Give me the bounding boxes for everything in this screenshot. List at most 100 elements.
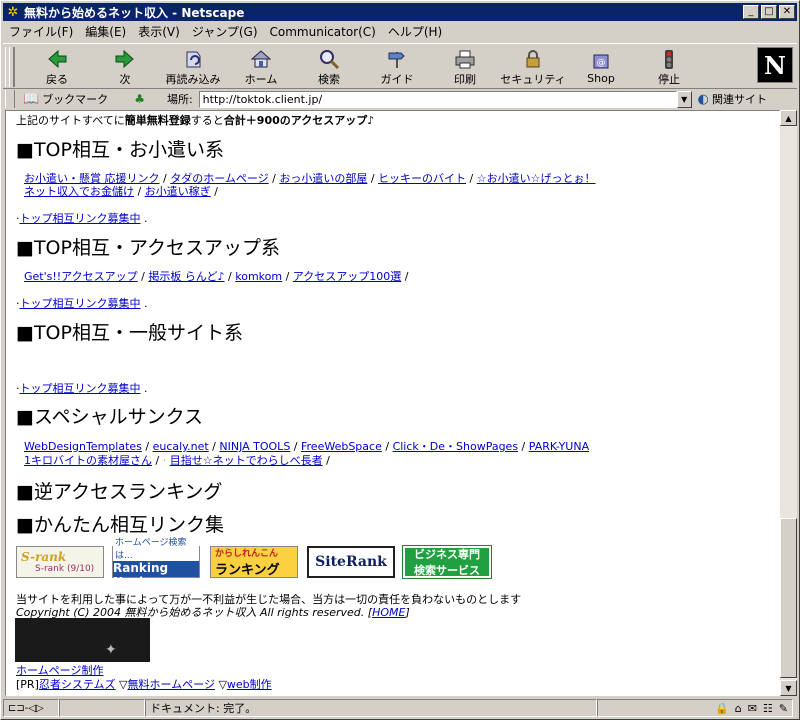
link-hikky-baito[interactable]: ヒッキーのバイト [378,172,466,185]
heading-top-general: ■TOP相互・一般サイト系 [16,322,243,344]
shop-button[interactable]: @ Shop [569,47,633,87]
accessup-links: Get's!!アクセスアップ / 掲示板 らんど♪ / komkom / アクセ… [24,270,409,283]
url-dropdown-button[interactable]: ▼ [676,90,692,108]
sparkle-icon: ✦ [105,642,117,658]
link-recruit-3[interactable]: トップ相互リンク募集中 [20,382,141,395]
close-button[interactable]: ✕ [779,5,795,19]
link-ninja-systems[interactable]: 忍者システムズ [39,678,116,691]
banner-karashi-renkon[interactable]: からしれんこん ランキング [210,546,298,578]
link-accessup-100[interactable]: アクセスアップ100選 [293,270,401,283]
security-button[interactable]: セキュリティ [500,47,566,87]
navigator-icon[interactable]: ⌂ [735,702,742,715]
navigation-toolbar: 戻る 次 再読み込み ホーム 検索 ガイド 印刷 セキュリティ @ Shop 停… [3,43,797,89]
menu-communicator[interactable]: Communicator(C) [264,25,382,39]
back-button[interactable]: 戻る [25,47,89,87]
menu-edit[interactable]: 編集(E) [79,23,132,40]
bookmarks-label[interactable]: ブックマーク [42,91,108,107]
location-grip[interactable] [5,90,15,108]
connection-status-icon[interactable]: ⊏⊐-◁▷ [3,699,59,717]
link-okozukai-getto[interactable]: ☆お小遣い☆げっとぉ！ [477,172,596,185]
printer-icon [453,47,477,70]
vertical-scrollbar[interactable]: ▲ ▼ [780,110,797,696]
guide-signpost-icon [385,47,409,70]
status-text: ドキュメント: 完了。 [145,699,597,717]
stop-traffic-light-icon [657,47,681,70]
bookmarks-icon[interactable]: 📖 [23,92,39,107]
pr-line: [PR]忍者システムズ ▽無料ホームページ ▽web制作 [16,678,272,691]
netscape-app-icon: ✲ [7,4,19,20]
netscape-logo[interactable]: N [757,47,793,83]
heading-special-thanks: ■スペシャルサンクス [16,406,204,428]
triangle-icon: ▽ [119,678,128,691]
link-click-de-showpages[interactable]: Click・De・ShowPages [393,440,519,453]
menu-help[interactable]: ヘルプ(H) [382,23,448,40]
scroll-down-button[interactable]: ▼ [780,680,797,696]
allowance-links-row2: ネット収入でお金儲け / お小遣い稼ぎ / [24,185,218,198]
ad-image-dark[interactable]: ✦ [15,618,150,662]
menu-bar: ファイル(F) 編集(E) 表示(V) ジャンプ(G) Communicator… [3,22,797,41]
scroll-thumb[interactable] [780,518,797,678]
banner-ranking-navi[interactable]: ホームページ検索は... Ranking Navi [112,535,200,589]
heading-reverse-ranking: ■逆アクセスランキング [16,481,223,503]
lock-icon [521,47,545,70]
discussion-icon[interactable]: ☷ [763,702,773,715]
forward-button[interactable]: 次 [93,47,157,87]
guide-button[interactable]: ガイド [365,47,429,87]
menu-file[interactable]: ファイル(F) [3,23,79,40]
heading-easy-mutual-links: ■かんたん相互リンク集 [16,514,224,536]
link-web-production[interactable]: web制作 [227,678,272,691]
component-bar: 🔒 ⌂ ✉ ☷ ✎ [597,699,793,717]
maximize-button[interactable]: □ [761,5,777,19]
link-warashibe[interactable]: 目指せ☆ネットでわらしべ長者 [170,454,323,467]
scroll-up-button[interactable]: ▲ [780,110,797,126]
stop-button[interactable]: 停止 [637,47,701,87]
search-button[interactable]: 検索 [297,47,361,87]
menu-view[interactable]: 表示(V) [132,23,186,40]
minimize-button[interactable]: _ [743,5,759,19]
menu-go[interactable]: ジャンプ(G) [186,23,264,40]
link-recruit-1[interactable]: トップ相互リンク募集中 [20,212,141,225]
link-recruit-2[interactable]: トップ相互リンク募集中 [20,297,141,310]
composer-icon[interactable]: ✎ [779,702,788,715]
home-icon [249,47,273,70]
link-okozukai-kasegi[interactable]: お小遣い稼ぎ [145,185,211,198]
url-input[interactable]: http://toktok.client.jp/ [198,90,677,108]
banner-siterank[interactable]: SiteRank [307,546,395,578]
related-sites-icon[interactable]: ◐ [698,92,709,107]
svg-text:@: @ [597,58,606,68]
home-link[interactable]: HOME [372,606,405,619]
related-sites-label[interactable]: 関連サイト [712,91,767,107]
link-1kb-sozai[interactable]: 1キロバイトの素材屋さん [24,454,152,467]
bullet-icon: · [162,454,167,467]
link-okkozukai-heya[interactable]: おっ小遣いの部屋 [279,172,367,185]
mail-icon[interactable]: ✉ [748,702,757,715]
link-net-shuunyuu[interactable]: ネット収入でお金儲け [24,185,134,198]
page-proxy-icon[interactable]: ♣ [134,92,145,106]
link-park-yuna[interactable]: PARK-YUNA [529,440,589,453]
forward-arrow-icon [113,47,137,70]
window-title: 無料から始めるネット収入 - Netscape [24,5,245,20]
recruit-line-2: ·トップ相互リンク募集中 . [16,297,148,310]
heading-top-allowance: ■TOP相互・お小遣い系 [16,139,224,161]
search-icon [317,47,341,70]
link-keijiban-land[interactable]: 掲示板 らんど♪ [148,270,224,283]
link-free-homepage[interactable]: 無料ホームページ [128,678,215,691]
print-button[interactable]: 印刷 [433,47,497,87]
recruit-line-1: ·トップ相互リンク募集中 . [16,212,148,225]
location-toolbar: 📖 ブックマーク ♣ 場所: http://toktok.client.jp/ … [3,89,797,109]
home-button[interactable]: ホーム [229,47,293,87]
reload-icon [181,47,205,70]
recruit-line-3: ·トップ相互リンク募集中 . [16,382,148,395]
security-status-icon[interactable]: 🔒 [715,702,729,715]
banner-business-search[interactable]: ビジネス専門 検索サービス [402,545,492,579]
triangle-icon: ▽ [218,678,227,691]
link-komkom[interactable]: komkom [235,270,282,283]
page-content: 上記のサイトすべてに簡単無料登録すると合計＋900のアクセスアップ♪ ■TOP相… [5,110,780,696]
intro-line: 上記のサイトすべてに簡単無料登録すると合計＋900のアクセスアップ♪ [16,114,375,127]
link-gets-accessup[interactable]: Get's!!アクセスアップ [24,270,138,283]
banner-srank[interactable]: S-rank S-rank (9/10) [16,546,104,578]
toolbar-grip[interactable] [5,47,15,87]
status-bar: ⊏⊐-◁▷ ドキュメント: 完了。 🔒 ⌂ ✉ ☷ ✎ [3,698,797,718]
reload-button[interactable]: 再読み込み [161,47,225,87]
browser-window: ✲ 無料から始めるネット収入 - Netscape _ □ ✕ ファイル(F) … [0,0,800,720]
